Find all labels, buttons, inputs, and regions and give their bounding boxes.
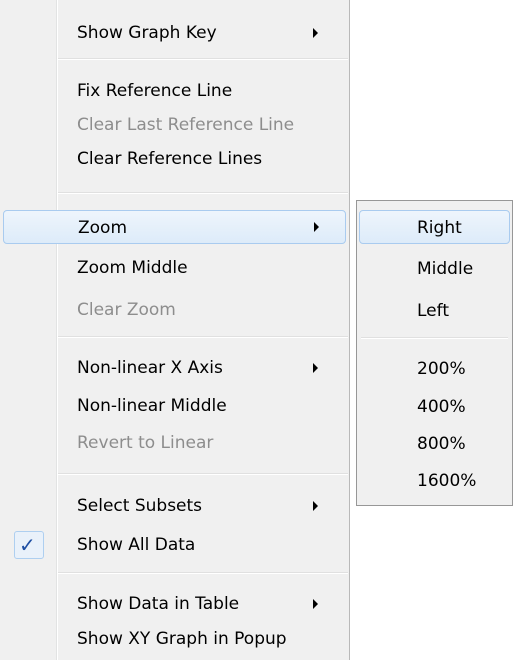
menu-item-label: Zoom [78,218,128,238]
submenu-item-400[interactable]: 400% [357,390,512,424]
menu-item-label: Right [417,218,462,238]
checkmark-icon: ✓ [19,533,36,557]
menu-item-label: Show All Data [77,535,196,555]
menu-item-label: Non-linear X Axis [77,358,223,378]
menu-item-label: Zoom Middle [77,258,188,278]
submenu-arrow-icon [313,501,318,511]
submenu-item-200[interactable]: 200% [357,352,512,386]
menu-item-show-data-in-table[interactable]: Show Data in Table [0,587,349,621]
submenu-item-right[interactable]: Right [359,210,510,244]
menu-item-show-graph-key[interactable]: Show Graph Key [0,16,349,50]
menu-item-select-subsets[interactable]: Select Subsets [0,489,349,523]
menu-item-label: Left [417,301,449,321]
menu-separator [58,572,348,574]
menu-item-label: Show Graph Key [77,23,217,43]
menu-item-fix-reference-line[interactable]: Fix Reference Line [0,74,349,108]
menu-item-nonlinear-x-axis[interactable]: Non-linear X Axis [0,351,349,385]
menu-item-zoom-middle[interactable]: Zoom Middle [0,251,349,285]
menu-separator [58,336,348,338]
submenu-item-1600[interactable]: 1600% [357,464,512,498]
menu-item-clear-last-reference-line: Clear Last Reference Line [0,108,349,142]
submenu-arrow-icon [314,222,319,232]
zoom-submenu: Right Middle Left 200% 400% 800% 1600% [356,200,513,506]
menu-separator [58,192,348,194]
menu-item-zoom[interactable]: Zoom [3,210,346,244]
submenu-arrow-icon [313,28,318,38]
submenu-arrow-icon [313,363,318,373]
menu-item-nonlinear-middle[interactable]: Non-linear Middle [0,389,349,423]
menu-item-label: 400% [417,397,466,417]
menu-item-label: Clear Last Reference Line [77,115,295,135]
menu-item-label: 800% [417,434,466,454]
menu-item-label: Fix Reference Line [77,81,233,101]
menu-separator [58,58,348,60]
submenu-item-middle[interactable]: Middle [357,252,512,286]
submenu-item-left[interactable]: Left [357,294,512,328]
context-menu: Show Graph Key Fix Reference Line Clear … [0,0,350,660]
submenu-item-800[interactable]: 800% [357,427,512,461]
menu-item-label: Non-linear Middle [77,396,227,416]
menu-item-revert-to-linear: Revert to Linear [0,426,349,460]
menu-separator [361,337,508,339]
menu-item-label: Select Subsets [77,496,203,516]
menu-item-clear-reference-lines[interactable]: Clear Reference Lines [0,142,349,176]
menu-item-show-xy-graph-in-popup[interactable]: Show XY Graph in Popup [0,622,349,656]
menu-item-clear-zoom: Clear Zoom [0,293,349,327]
menu-item-show-all-data[interactable]: ✓ Show All Data [0,528,349,562]
menu-separator [58,473,348,475]
menu-item-label: 1600% [417,471,477,491]
submenu-arrow-icon [313,599,318,609]
menu-item-label: Clear Reference Lines [77,149,263,169]
menu-item-label: Show Data in Table [77,594,240,614]
menu-item-label: Clear Zoom [77,300,176,320]
menu-item-label: Revert to Linear [77,433,214,453]
menu-item-label: Middle [417,259,474,279]
menu-item-label: 200% [417,359,466,379]
menu-item-label: Show XY Graph in Popup [77,629,287,649]
